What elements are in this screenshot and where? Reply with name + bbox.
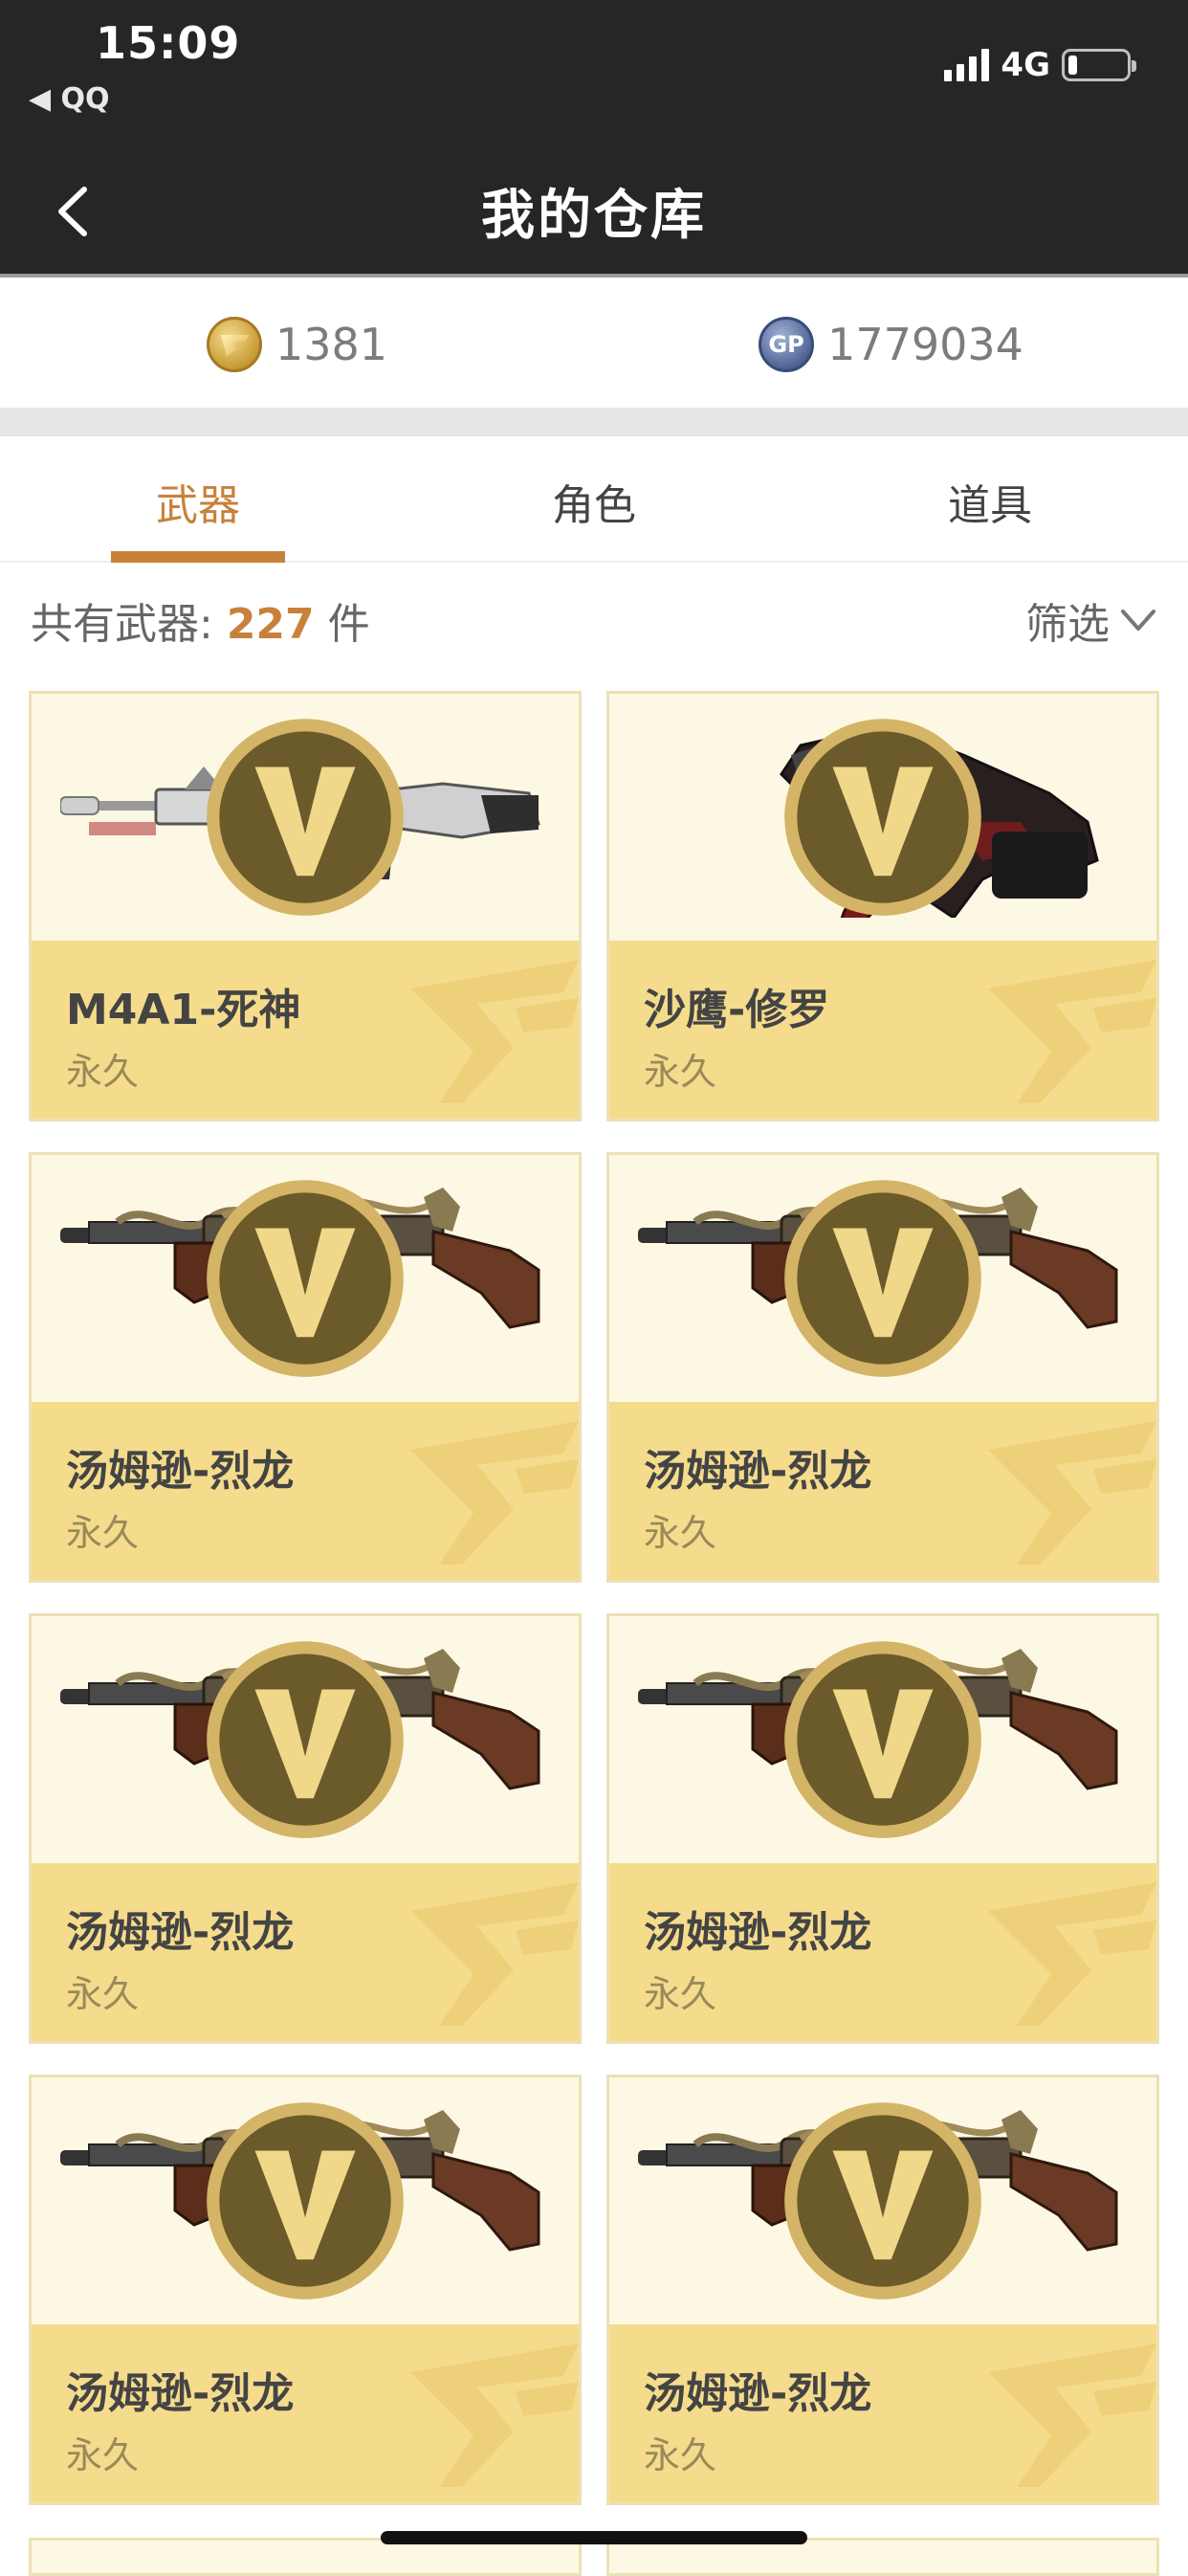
cf-logo-watermark: [988, 1882, 1156, 2026]
cf-logo-watermark: [988, 1421, 1156, 1565]
vip-badge-icon: [207, 1641, 404, 1838]
count-suffix: 件: [314, 600, 370, 649]
summary-row: 共有武器: 227 件 筛选: [0, 565, 1188, 676]
weapon-card[interactable]: 汤姆逊-烈龙 永久: [606, 2075, 1159, 2505]
weapon-image: [32, 1155, 579, 1402]
weapon-card[interactable]: 汤姆逊-烈龙 永久: [29, 1152, 582, 1583]
weapon-card[interactable]: 汤姆逊-烈龙 永久: [29, 1613, 582, 2044]
tab-label: 角色: [552, 481, 636, 530]
weapon-card[interactable]: 汤姆逊-烈龙 永久: [29, 2075, 582, 2505]
weapon-info: 汤姆逊-烈龙 永久: [32, 1863, 579, 2041]
cf-coin-icon: [206, 317, 262, 372]
back-to-app-link[interactable]: ◀ QQ: [29, 82, 110, 116]
gp-points: GP 1779034: [594, 281, 1188, 408]
tab-items[interactable]: 道具: [792, 436, 1188, 561]
network-type: 4G: [1001, 46, 1050, 84]
filter-label: 筛选: [1025, 600, 1110, 649]
weapon-name: 汤姆逊-烈龙: [66, 1908, 295, 1957]
weapon-duration: 永久: [644, 2434, 717, 2476]
count-prefix: 共有武器:: [31, 600, 227, 649]
weapon-info: 汤姆逊-烈龙 永久: [609, 1402, 1156, 1580]
weapon-card[interactable]: M4A1-死神 永久: [29, 691, 582, 1121]
currency-row: 1381 GP 1779034: [0, 281, 1188, 408]
status-indicators: 4G: [944, 44, 1136, 86]
vip-badge-icon: [207, 719, 404, 916]
cf-logo-watermark: [988, 960, 1156, 1103]
vip-badge-icon: [784, 1180, 981, 1377]
vip-badge-icon: [207, 2102, 404, 2299]
weapon-image: [32, 2077, 579, 2324]
weapon-duration: 永久: [644, 1973, 717, 2015]
tab-label: 道具: [948, 481, 1032, 530]
cf-logo-watermark: [410, 2343, 579, 2487]
filter-button[interactable]: 筛选: [1025, 589, 1157, 651]
cf-logo-watermark: [410, 1421, 579, 1565]
gp-points-value: 1779034: [827, 319, 1023, 370]
weapon-duration: 永久: [66, 2434, 140, 2476]
weapon-count: 共有武器: 227 件: [31, 589, 370, 651]
cf-points: 1381: [0, 281, 594, 408]
divider: [0, 408, 1188, 436]
weapon-duration: 永久: [644, 1512, 717, 1554]
weapon-image: [609, 1616, 1156, 1863]
weapon-image: [609, 2077, 1156, 2324]
tab-label: 武器: [156, 481, 240, 530]
weapon-info: 汤姆逊-烈龙 永久: [32, 1402, 579, 1580]
vip-badge-icon: [784, 719, 981, 916]
weapon-info: 沙鹰-修罗 永久: [609, 941, 1156, 1119]
weapon-duration: 永久: [644, 1051, 717, 1093]
battery-icon: [1062, 49, 1136, 81]
weapon-image: [32, 1616, 579, 1863]
weapon-name: 沙鹰-修罗: [644, 986, 830, 1034]
cf-logo-watermark: [988, 2343, 1156, 2487]
weapon-info: 汤姆逊-烈龙 永久: [609, 2324, 1156, 2502]
weapon-duration: 永久: [66, 1973, 140, 2015]
signal-icon: [944, 49, 990, 81]
weapon-card[interactable]: 汤姆逊-烈龙 永久: [606, 1152, 1159, 1583]
weapon-duration: 永久: [66, 1051, 140, 1093]
cf-points-value: 1381: [275, 319, 388, 370]
weapon-info: 汤姆逊-烈龙 永久: [32, 2324, 579, 2502]
chevron-down-icon: [1121, 610, 1155, 631]
tab-active-indicator: [111, 551, 285, 563]
weapon-name: 汤姆逊-烈龙: [644, 1908, 872, 1957]
weapon-duration: 永久: [66, 1512, 140, 1554]
weapon-image: [609, 1155, 1156, 1402]
weapon-grid: M4A1-死神 永久 沙鹰-修罗 永久 汤姆逊-烈龙 永久 汤姆逊-烈龙 永久 …: [29, 691, 1159, 2505]
weapon-name: 汤姆逊-烈龙: [644, 2369, 872, 2418]
weapon-card[interactable]: 沙鹰-修罗 永久: [606, 691, 1159, 1121]
cf-logo-watermark: [410, 960, 579, 1103]
weapon-name: 汤姆逊-烈龙: [644, 1447, 872, 1496]
status-bar: 15:09 ◀ QQ 4G: [0, 0, 1188, 144]
weapon-image: [609, 694, 1156, 941]
weapon-name: 汤姆逊-烈龙: [66, 2369, 295, 2418]
page-title: 我的仓库: [481, 185, 707, 247]
weapon-card[interactable]: 汤姆逊-烈龙 永久: [606, 1613, 1159, 2044]
weapon-image: [32, 694, 579, 941]
category-tabs: 武器 角色 道具: [0, 436, 1188, 563]
nav-bar: 我的仓库: [0, 144, 1188, 278]
gp-coin-icon: GP: [759, 317, 815, 372]
home-indicator[interactable]: [381, 2531, 807, 2544]
weapon-name: M4A1-死神: [66, 986, 301, 1034]
vip-badge-icon: [784, 1641, 981, 1838]
weapon-info: M4A1-死神 永久: [32, 941, 579, 1119]
weapon-info: 汤姆逊-烈龙 永久: [609, 1863, 1156, 2041]
count-number: 227: [226, 600, 315, 649]
cf-logo-watermark: [410, 1882, 579, 2026]
tab-weapons[interactable]: 武器: [0, 436, 396, 563]
status-time: 15:09: [96, 17, 241, 69]
vip-badge-icon: [784, 2102, 981, 2299]
vip-badge-icon: [207, 1180, 404, 1377]
weapon-name: 汤姆逊-烈龙: [66, 1447, 295, 1496]
tab-characters[interactable]: 角色: [396, 436, 792, 561]
